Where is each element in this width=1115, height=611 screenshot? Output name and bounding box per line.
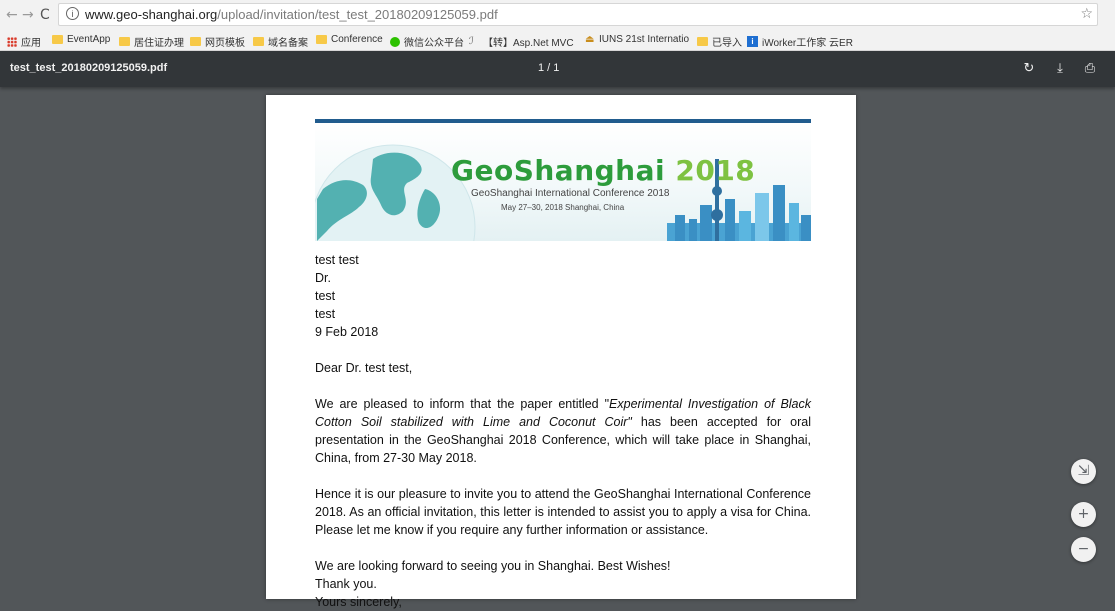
- folder-icon: [253, 37, 264, 46]
- zoom-in-button[interactable]: +: [1071, 502, 1096, 527]
- print-icon[interactable]: ⎙: [1080, 59, 1100, 79]
- reload-button[interactable]: C: [40, 6, 50, 24]
- download-icon[interactable]: ⤓: [1050, 59, 1070, 79]
- bookmark-residence-permit[interactable]: 居住证办理: [119, 34, 184, 49]
- banner-title: GeoShanghai 2018: [451, 154, 755, 187]
- wechat-icon: [390, 36, 400, 47]
- bookmark-label: 网页模板: [205, 38, 245, 49]
- bookmark-label: 【转】Asp.Net MVC: [483, 38, 574, 49]
- folder-icon: [697, 37, 708, 46]
- folder-icon: [190, 37, 201, 46]
- letter-header: test test Dr. test test 9 Feb 2018: [315, 251, 811, 341]
- apps-icon: [7, 36, 17, 47]
- para1-lead: We are pleased to inform that the paper …: [315, 397, 610, 411]
- zoom-out-button[interactable]: −: [1071, 537, 1096, 562]
- bookmark-label: 微信公众平台: [404, 38, 464, 49]
- acceptance-paragraph: We are pleased to inform that the paper …: [315, 395, 811, 467]
- bookmark-iuns[interactable]: ⏏ IUNS 21st Internatio: [585, 34, 689, 45]
- pdf-page: GeoShanghai 2018 GeoShanghai Internation…: [266, 95, 856, 609]
- bookmark-conference[interactable]: Conference: [316, 34, 383, 45]
- bookmark-wechat-platform[interactable]: 微信公众平台: [390, 34, 464, 49]
- bookmark-label: EventApp: [67, 34, 111, 45]
- link-icon: ℐ: [469, 35, 474, 47]
- bookmark-label: IUNS 21st Internatio: [599, 34, 690, 45]
- letter-body: test test Dr. test test 9 Feb 2018 Dear …: [315, 251, 811, 611]
- browser-toolbar: ← → C i www.geo-shanghai.org/upload/invi…: [0, 0, 1115, 31]
- banner-title-name: GeoShanghai: [451, 154, 666, 187]
- bookmark-domain-filing[interactable]: 域名备案: [253, 34, 308, 49]
- fit-to-page-button[interactable]: ⇲: [1071, 459, 1096, 484]
- invitation-paragraph: Hence it is our pleasure to invite you t…: [315, 487, 811, 537]
- url-host: www.geo-shanghai.org: [85, 7, 218, 22]
- bookmark-imported[interactable]: 已导入: [697, 34, 742, 49]
- bookmark-label: 居住证办理: [134, 38, 184, 49]
- bookmark-label: 已导入: [712, 38, 742, 49]
- url-path: /upload/invitation/test_test_20180209125…: [217, 7, 498, 22]
- banner-date-location: May 27–30, 2018 Shanghai, China: [501, 203, 625, 212]
- recipient-line-2: test: [315, 307, 336, 321]
- bookmark-label: iWorker工作家 云ER: [762, 38, 853, 49]
- iuns-icon: ⏏: [585, 33, 595, 45]
- folder-icon: [119, 37, 130, 46]
- recipient-line-1: test: [315, 289, 336, 303]
- bookmark-eventapp[interactable]: EventApp: [52, 34, 110, 45]
- bookmark-star-icon[interactable]: ☆: [1080, 6, 1093, 22]
- closing-line-2: Thank you.: [315, 577, 377, 591]
- bookmarks-bar: 应用 EventApp 居住证办理 网页模板 域名备案 Conference 微…: [0, 31, 1115, 51]
- conference-banner: GeoShanghai 2018 GeoShanghai Internation…: [315, 119, 811, 241]
- letter-date: 9 Feb 2018: [315, 325, 379, 339]
- folder-icon: [316, 35, 327, 44]
- bookmark-label: 域名备案: [268, 38, 308, 49]
- recipient-name: test test: [315, 253, 359, 267]
- salutation: Dear Dr. test test,: [315, 361, 413, 375]
- forward-button[interactable]: →: [22, 6, 34, 24]
- bookmark-aspnet-mvc[interactable]: ℐ 【转】Asp.Net MVC: [469, 34, 574, 49]
- bookmark-label: Conference: [331, 34, 383, 45]
- address-url[interactable]: www.geo-shanghai.org/upload/invitation/t…: [85, 7, 498, 22]
- bookmark-apps[interactable]: 应用: [7, 34, 41, 49]
- closing-line-3: Yours sincerely,: [315, 595, 402, 609]
- pdf-filename: test_test_20180209125059.pdf: [10, 62, 168, 74]
- back-button[interactable]: ←: [6, 6, 18, 24]
- recipient-title: Dr.: [315, 271, 331, 285]
- rotate-icon[interactable]: ↻: [1019, 59, 1039, 79]
- info-icon[interactable]: i: [66, 7, 79, 20]
- page-indicator: 1 / 1: [538, 62, 560, 74]
- pdf-toolbar: test_test_20180209125059.pdf 1 / 1 ↻ ⤓ ⎙: [0, 51, 1115, 87]
- bookmark-label: 应用: [21, 38, 41, 49]
- bookmark-iworker[interactable]: i iWorker工作家 云ER: [747, 34, 853, 49]
- closing-line-1: We are looking forward to seeing you in …: [315, 559, 671, 573]
- address-bar[interactable]: i www.geo-shanghai.org/upload/invitation…: [58, 3, 1098, 26]
- banner-title-year: 2018: [665, 154, 756, 187]
- iworker-icon: i: [747, 36, 758, 47]
- folder-icon: [52, 35, 63, 44]
- bookmark-web-templates[interactable]: 网页模板: [190, 34, 245, 49]
- banner-subtitle: GeoShanghai International Conference 201…: [471, 188, 670, 199]
